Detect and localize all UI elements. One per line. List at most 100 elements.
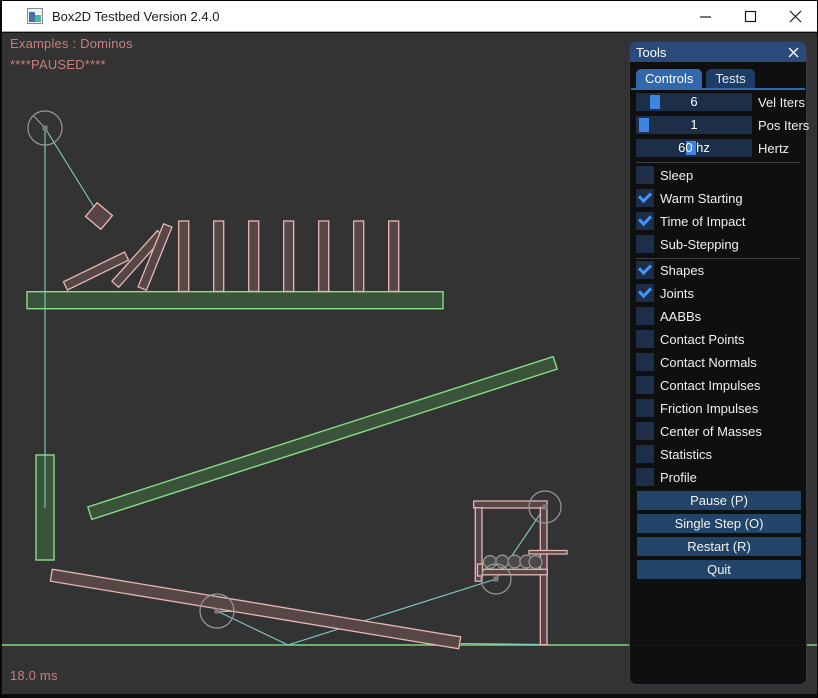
tab-bar: Controls Tests <box>636 69 806 88</box>
standing-domino <box>214 221 224 292</box>
maximize-button[interactable] <box>728 1 773 32</box>
long-ramp <box>88 357 557 520</box>
aabbs-checkbox[interactable] <box>636 307 654 325</box>
checkbox-row-sub-stepping: Sub-Stepping <box>636 235 800 253</box>
maximize-icon <box>744 10 757 23</box>
tab-controls[interactable]: Controls <box>636 69 702 88</box>
checkbox-label: Contact Normals <box>660 355 757 370</box>
checkbox-label: Contact Points <box>660 332 745 347</box>
checkbox-row-contact-impulses: Contact Impulses <box>636 376 800 394</box>
app-icon <box>27 8 43 24</box>
joints-checkbox[interactable] <box>636 284 654 302</box>
close-icon <box>788 47 799 58</box>
standing-domino <box>389 221 399 292</box>
tools-panel: Tools Controls Tests 6 Vel Iters <box>629 41 807 685</box>
checkbox-row-warm-starting: Warm Starting <box>636 189 800 207</box>
pendulum-bob <box>86 203 113 230</box>
checkbox-label: Shapes <box>660 263 704 278</box>
checkbox-label: Warm Starting <box>660 191 743 206</box>
checkbox-row-joints: Joints <box>636 284 800 302</box>
slider-value: 60 hz <box>636 139 752 157</box>
slider-row-vel-iters: 6 Vel Iters <box>636 93 800 111</box>
window-title: Box2D Testbed Version 2.4.0 <box>52 9 219 24</box>
slider-value: 1 <box>636 116 752 134</box>
checkbox-row-contact-normals: Contact Normals <box>636 353 800 371</box>
frame-shelf <box>480 569 547 575</box>
center-of-masses-checkbox[interactable] <box>636 422 654 440</box>
slider-label: Pos Iters <box>758 118 809 133</box>
frame-top-bar <box>474 501 547 508</box>
restart-button[interactable]: Restart (R) <box>637 537 801 556</box>
example-label: Examples : Dominos <box>10 36 133 51</box>
warm-starting-checkbox[interactable] <box>636 189 654 207</box>
separator <box>636 162 800 163</box>
newton-ball <box>508 555 521 568</box>
contact-normals-checkbox[interactable] <box>636 353 654 371</box>
checkbox-row-center-of-masses: Center of Masses <box>636 422 800 440</box>
time-of-impact-checkbox[interactable] <box>636 212 654 230</box>
contact-impulses-checkbox[interactable] <box>636 376 654 394</box>
window-titlebar[interactable]: Box2D Testbed Version 2.4.0 <box>2 1 818 32</box>
checkbox-label: Contact Impulses <box>660 378 760 393</box>
standing-domino <box>249 221 259 292</box>
tools-panel-title: Tools <box>636 45 666 60</box>
frame-time-label: 18.0 ms <box>10 668 58 683</box>
small-bar <box>529 551 567 555</box>
profile-checkbox[interactable] <box>636 468 654 486</box>
checkbox-row-contact-points: Contact Points <box>636 330 800 348</box>
tab-tests[interactable]: Tests <box>706 69 754 88</box>
pause-button[interactable]: Pause (P) <box>637 491 801 510</box>
paused-label: ****PAUSED**** <box>10 57 106 72</box>
minimize-button[interactable] <box>683 1 728 32</box>
domino-platform <box>27 292 443 309</box>
sub-stepping-checkbox[interactable] <box>636 235 654 253</box>
checkbox-label: AABBs <box>660 309 701 324</box>
hertz-slider[interactable]: 60 hz <box>636 139 752 157</box>
statistics-checkbox[interactable] <box>636 445 654 463</box>
checkbox-label: Profile <box>660 470 697 485</box>
pos-iters-slider[interactable]: 1 <box>636 116 752 134</box>
lower-joint-circle <box>481 564 511 594</box>
checkbox-label: Friction Impulses <box>660 401 758 416</box>
seesaw-plank <box>50 569 460 648</box>
standing-domino <box>284 221 294 292</box>
slider-label: Vel Iters <box>758 95 805 110</box>
close-icon <box>789 10 802 23</box>
newton-ball <box>484 556 497 569</box>
checkbox-label: Time of Impact <box>660 214 745 229</box>
checkbox-label: Statistics <box>660 447 712 462</box>
single-step-button[interactable]: Single Step (O) <box>637 514 801 533</box>
checkbox-row-profile: Profile <box>636 468 800 486</box>
panel-close-button[interactable] <box>786 45 800 59</box>
slider-value: 6 <box>636 93 752 111</box>
frame-right-post <box>540 508 547 645</box>
friction-impulses-checkbox[interactable] <box>636 399 654 417</box>
simulation-canvas[interactable]: Examples : Dominos ****PAUSED**** 18.0 m… <box>2 33 818 694</box>
checkbox-row-friction-impulses: Friction Impulses <box>636 399 800 417</box>
checkbox-label: Sub-Stepping <box>660 237 739 252</box>
vel-iters-slider[interactable]: 6 <box>636 93 752 111</box>
slider-label: Hertz <box>758 141 789 156</box>
checkbox-row-time-of-impact: Time of Impact <box>636 212 800 230</box>
standing-domino <box>354 221 364 292</box>
checkbox-label: Center of Masses <box>660 424 762 439</box>
close-button[interactable] <box>773 1 818 32</box>
checkbox-row-statistics: Statistics <box>636 445 800 463</box>
separator <box>636 258 800 259</box>
standing-domino <box>179 221 189 292</box>
checkbox-row-sleep: Sleep <box>636 166 800 184</box>
newton-ball <box>529 556 542 569</box>
checkbox-label: Joints <box>660 286 694 301</box>
quit-button[interactable]: Quit <box>637 560 801 579</box>
app-window: Box2D Testbed Version 2.4.0 <box>0 0 818 698</box>
slider-row-hertz: 60 hz Hertz <box>636 139 800 157</box>
shapes-checkbox[interactable] <box>636 261 654 279</box>
minimize-icon <box>699 10 712 23</box>
contact-points-checkbox[interactable] <box>636 330 654 348</box>
checkbox-row-aabbs: AABBs <box>636 307 800 325</box>
dynamic-bodies[interactable] <box>50 203 567 649</box>
tools-panel-titlebar[interactable]: Tools <box>630 42 806 62</box>
sleep-checkbox[interactable] <box>636 166 654 184</box>
standing-domino <box>319 221 329 292</box>
slider-row-pos-iters: 1 Pos Iters <box>636 116 800 134</box>
